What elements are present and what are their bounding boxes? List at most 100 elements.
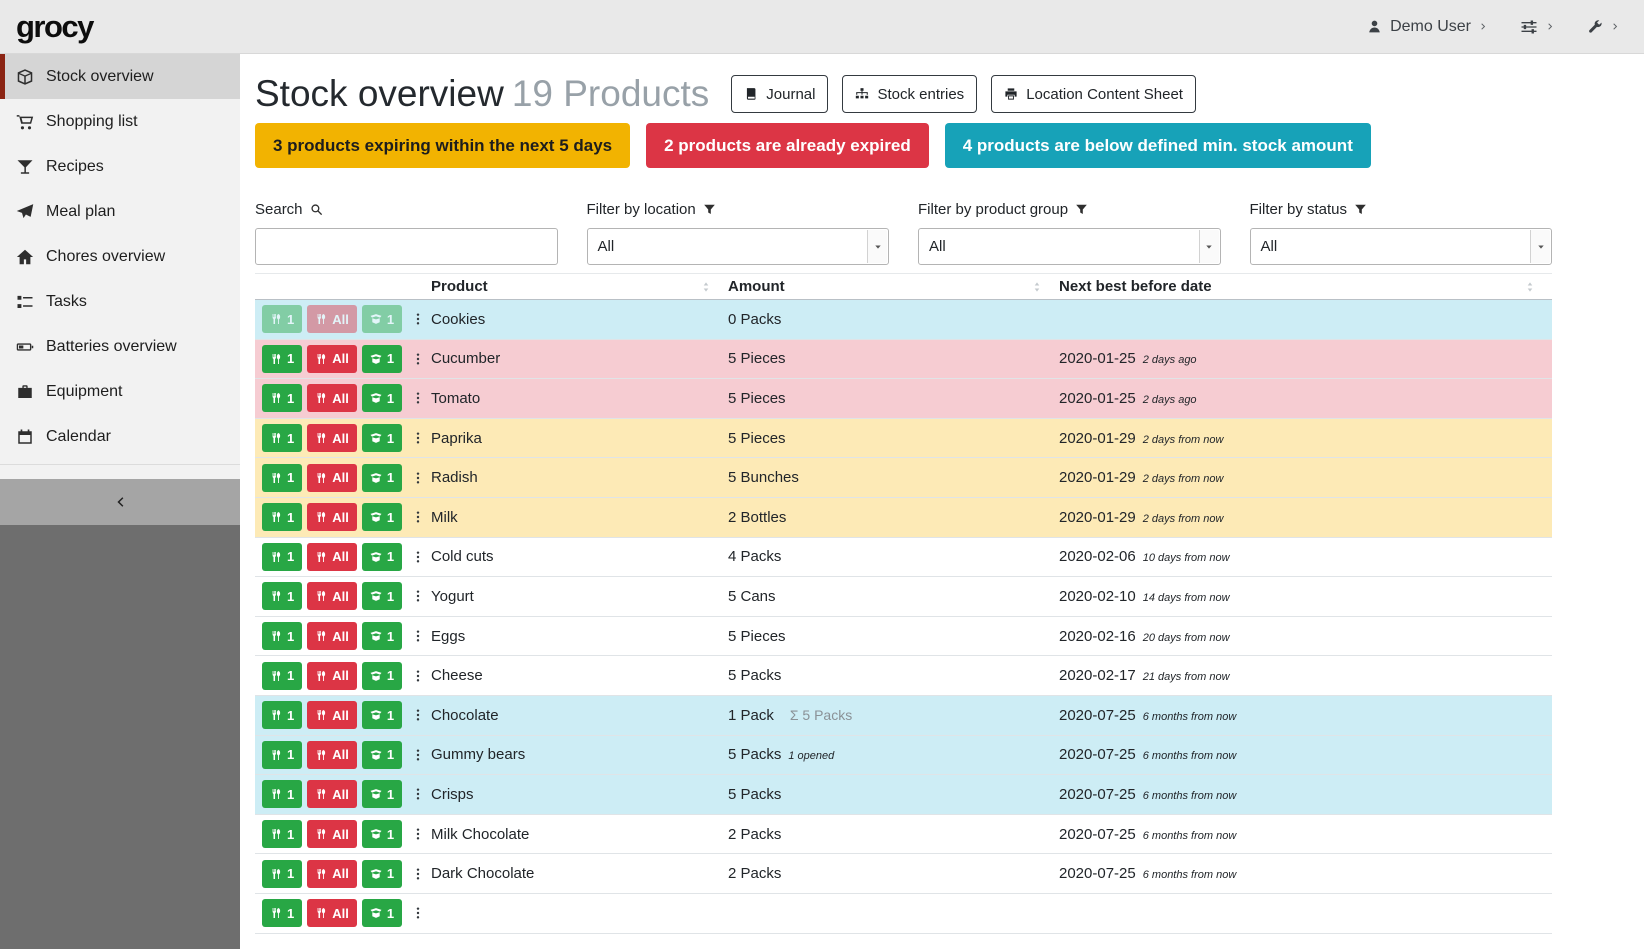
consume-one-button[interactable]: 1 xyxy=(262,543,302,571)
consume-all-button[interactable]: All xyxy=(307,741,357,769)
stock-entries-button[interactable]: Stock entries xyxy=(842,75,977,113)
journal-button[interactable]: Journal xyxy=(731,75,828,113)
open-one-button[interactable]: 1 xyxy=(362,464,402,492)
consume-all-button[interactable]: All xyxy=(307,662,357,690)
row-actions: 1 All 1 xyxy=(255,384,431,412)
consume-all-button[interactable]: All xyxy=(307,780,357,808)
consume-all-button[interactable]: All xyxy=(307,622,357,650)
selected-value: All xyxy=(598,238,615,255)
consume-all-button[interactable]: All xyxy=(307,424,357,452)
consume-one-button[interactable]: 1 xyxy=(262,582,302,610)
consume-one-button[interactable]: 1 xyxy=(262,860,302,888)
open-one-button[interactable]: 1 xyxy=(362,424,402,452)
open-one-button[interactable]: 1 xyxy=(362,820,402,848)
row-menu-icon[interactable] xyxy=(411,708,425,722)
consume-one-button[interactable]: 1 xyxy=(262,820,302,848)
consume-one-button[interactable]: 1 xyxy=(262,701,302,729)
open-one-button[interactable]: 1 xyxy=(362,860,402,888)
below-min-stock-banner[interactable]: 4 products are below defined min. stock … xyxy=(945,123,1371,168)
open-one-button[interactable]: 1 xyxy=(362,582,402,610)
expired-products-banner[interactable]: 2 products are already expired xyxy=(646,123,929,168)
open-one-button[interactable]: 1 xyxy=(362,741,402,769)
settings-menu[interactable] xyxy=(1520,18,1555,36)
consume-all-button[interactable]: All xyxy=(307,305,357,333)
open-one-button[interactable]: 1 xyxy=(362,345,402,373)
sidebar-item-stock-overview[interactable]: Stock overview xyxy=(0,54,240,99)
print-icon xyxy=(1004,87,1018,101)
row-menu-icon[interactable] xyxy=(411,629,425,643)
consume-one-button[interactable]: 1 xyxy=(262,305,302,333)
table-row: 1 All 1 Cucumber 5 Pieces 2020-01-252 da… xyxy=(255,340,1552,380)
sidebar-item-batteries-overview[interactable]: Batteries overview xyxy=(0,324,240,369)
sidebar-item-equipment[interactable]: Equipment xyxy=(0,369,240,414)
product-group-filter-select[interactable]: All xyxy=(918,228,1221,265)
sidebar-item-calendar[interactable]: Calendar xyxy=(0,414,240,459)
expiring-products-banner[interactable]: 3 products expiring within the next 5 da… xyxy=(255,123,630,168)
sidebar-item-chores-overview[interactable]: Chores overview xyxy=(0,234,240,279)
amount-column-header[interactable]: Amount xyxy=(728,278,1059,295)
row-menu-icon[interactable] xyxy=(411,391,425,405)
open-one-button[interactable]: 1 xyxy=(362,662,402,690)
row-menu-icon[interactable] xyxy=(411,352,425,366)
product-name: Eggs xyxy=(431,628,728,645)
row-menu-icon[interactable] xyxy=(411,906,425,920)
sidebar-item-tasks[interactable]: Tasks xyxy=(0,279,240,324)
sidebar-item-recipes[interactable]: Recipes xyxy=(0,144,240,189)
row-menu-icon[interactable] xyxy=(411,827,425,841)
consume-all-button[interactable]: All xyxy=(307,503,357,531)
row-menu-icon[interactable] xyxy=(411,669,425,683)
consume-one-button[interactable]: 1 xyxy=(262,464,302,492)
consume-one-button[interactable]: 1 xyxy=(262,345,302,373)
consume-one-button[interactable]: 1 xyxy=(262,622,302,650)
consume-all-button[interactable]: All xyxy=(307,543,357,571)
consume-all-button[interactable]: All xyxy=(307,899,357,927)
app-logo[interactable]: grocy xyxy=(16,9,93,45)
sidebar-item-purchase[interactable]: Purchase xyxy=(0,470,240,479)
row-menu-icon[interactable] xyxy=(411,589,425,603)
sidebar-item-shopping-list[interactable]: Shopping list xyxy=(0,99,240,144)
consume-one-button[interactable]: 1 xyxy=(262,741,302,769)
open-one-button[interactable]: 1 xyxy=(362,701,402,729)
consume-all-button[interactable]: All xyxy=(307,464,357,492)
utensils-icon xyxy=(315,828,327,840)
consume-all-button[interactable]: All xyxy=(307,582,357,610)
user-name: Demo User xyxy=(1390,18,1471,36)
consume-one-button[interactable]: 1 xyxy=(262,662,302,690)
consume-one-button[interactable]: 1 xyxy=(262,424,302,452)
row-menu-icon[interactable] xyxy=(411,867,425,881)
sidebar-collapse-button[interactable] xyxy=(0,479,240,525)
row-menu-icon[interactable] xyxy=(411,510,425,524)
row-menu-icon[interactable] xyxy=(411,431,425,445)
row-menu-icon[interactable] xyxy=(411,787,425,801)
open-one-button[interactable]: 1 xyxy=(362,543,402,571)
open-one-button[interactable]: 1 xyxy=(362,622,402,650)
location-filter-select[interactable]: All xyxy=(587,228,890,265)
row-menu-icon[interactable] xyxy=(411,550,425,564)
consume-all-button[interactable]: All xyxy=(307,345,357,373)
search-input[interactable] xyxy=(255,228,558,265)
location-content-sheet-button[interactable]: Location Content Sheet xyxy=(991,75,1196,113)
consume-all-button[interactable]: All xyxy=(307,820,357,848)
row-menu-icon[interactable] xyxy=(411,312,425,326)
open-one-button[interactable]: 1 xyxy=(362,503,402,531)
user-menu[interactable]: Demo User xyxy=(1367,18,1488,36)
consume-one-button[interactable]: 1 xyxy=(262,384,302,412)
row-menu-icon[interactable] xyxy=(411,748,425,762)
consume-one-button[interactable]: 1 xyxy=(262,899,302,927)
admin-menu[interactable] xyxy=(1587,19,1620,35)
consume-one-button[interactable]: 1 xyxy=(262,780,302,808)
consume-all-button[interactable]: All xyxy=(307,384,357,412)
best-before-column-header[interactable]: Next best before date xyxy=(1059,278,1552,295)
status-filter-select[interactable]: All xyxy=(1250,228,1553,265)
sidebar-item-meal-plan[interactable]: Meal plan xyxy=(0,189,240,234)
consume-all-button[interactable]: All xyxy=(307,860,357,888)
open-one-button[interactable]: 1 xyxy=(362,780,402,808)
open-one-button[interactable]: 1 xyxy=(362,899,402,927)
consume-one-button[interactable]: 1 xyxy=(262,503,302,531)
product-column-header[interactable]: Product xyxy=(431,278,728,295)
open-one-button[interactable]: 1 xyxy=(362,384,402,412)
consume-all-button[interactable]: All xyxy=(307,701,357,729)
open-one-button[interactable]: 1 xyxy=(362,305,402,333)
row-menu-icon[interactable] xyxy=(411,471,425,485)
date-note: 10 days from now xyxy=(1143,552,1230,564)
